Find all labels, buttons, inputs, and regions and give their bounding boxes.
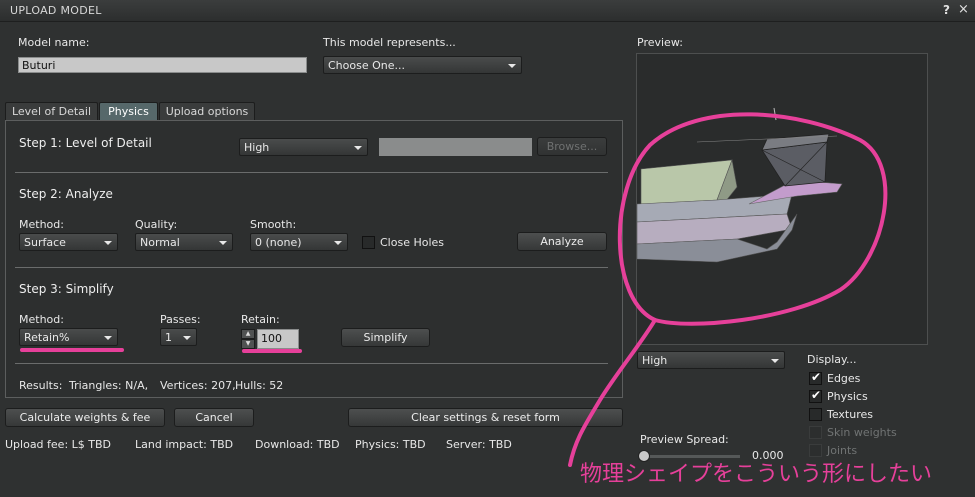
annotation-circle — [617, 112, 888, 326]
annotation-note: 物理シェイプをこういう形にしたい — [580, 462, 933, 487]
annotation-overlay — [20, 112, 888, 467]
annotation-arrow-line — [568, 318, 657, 467]
